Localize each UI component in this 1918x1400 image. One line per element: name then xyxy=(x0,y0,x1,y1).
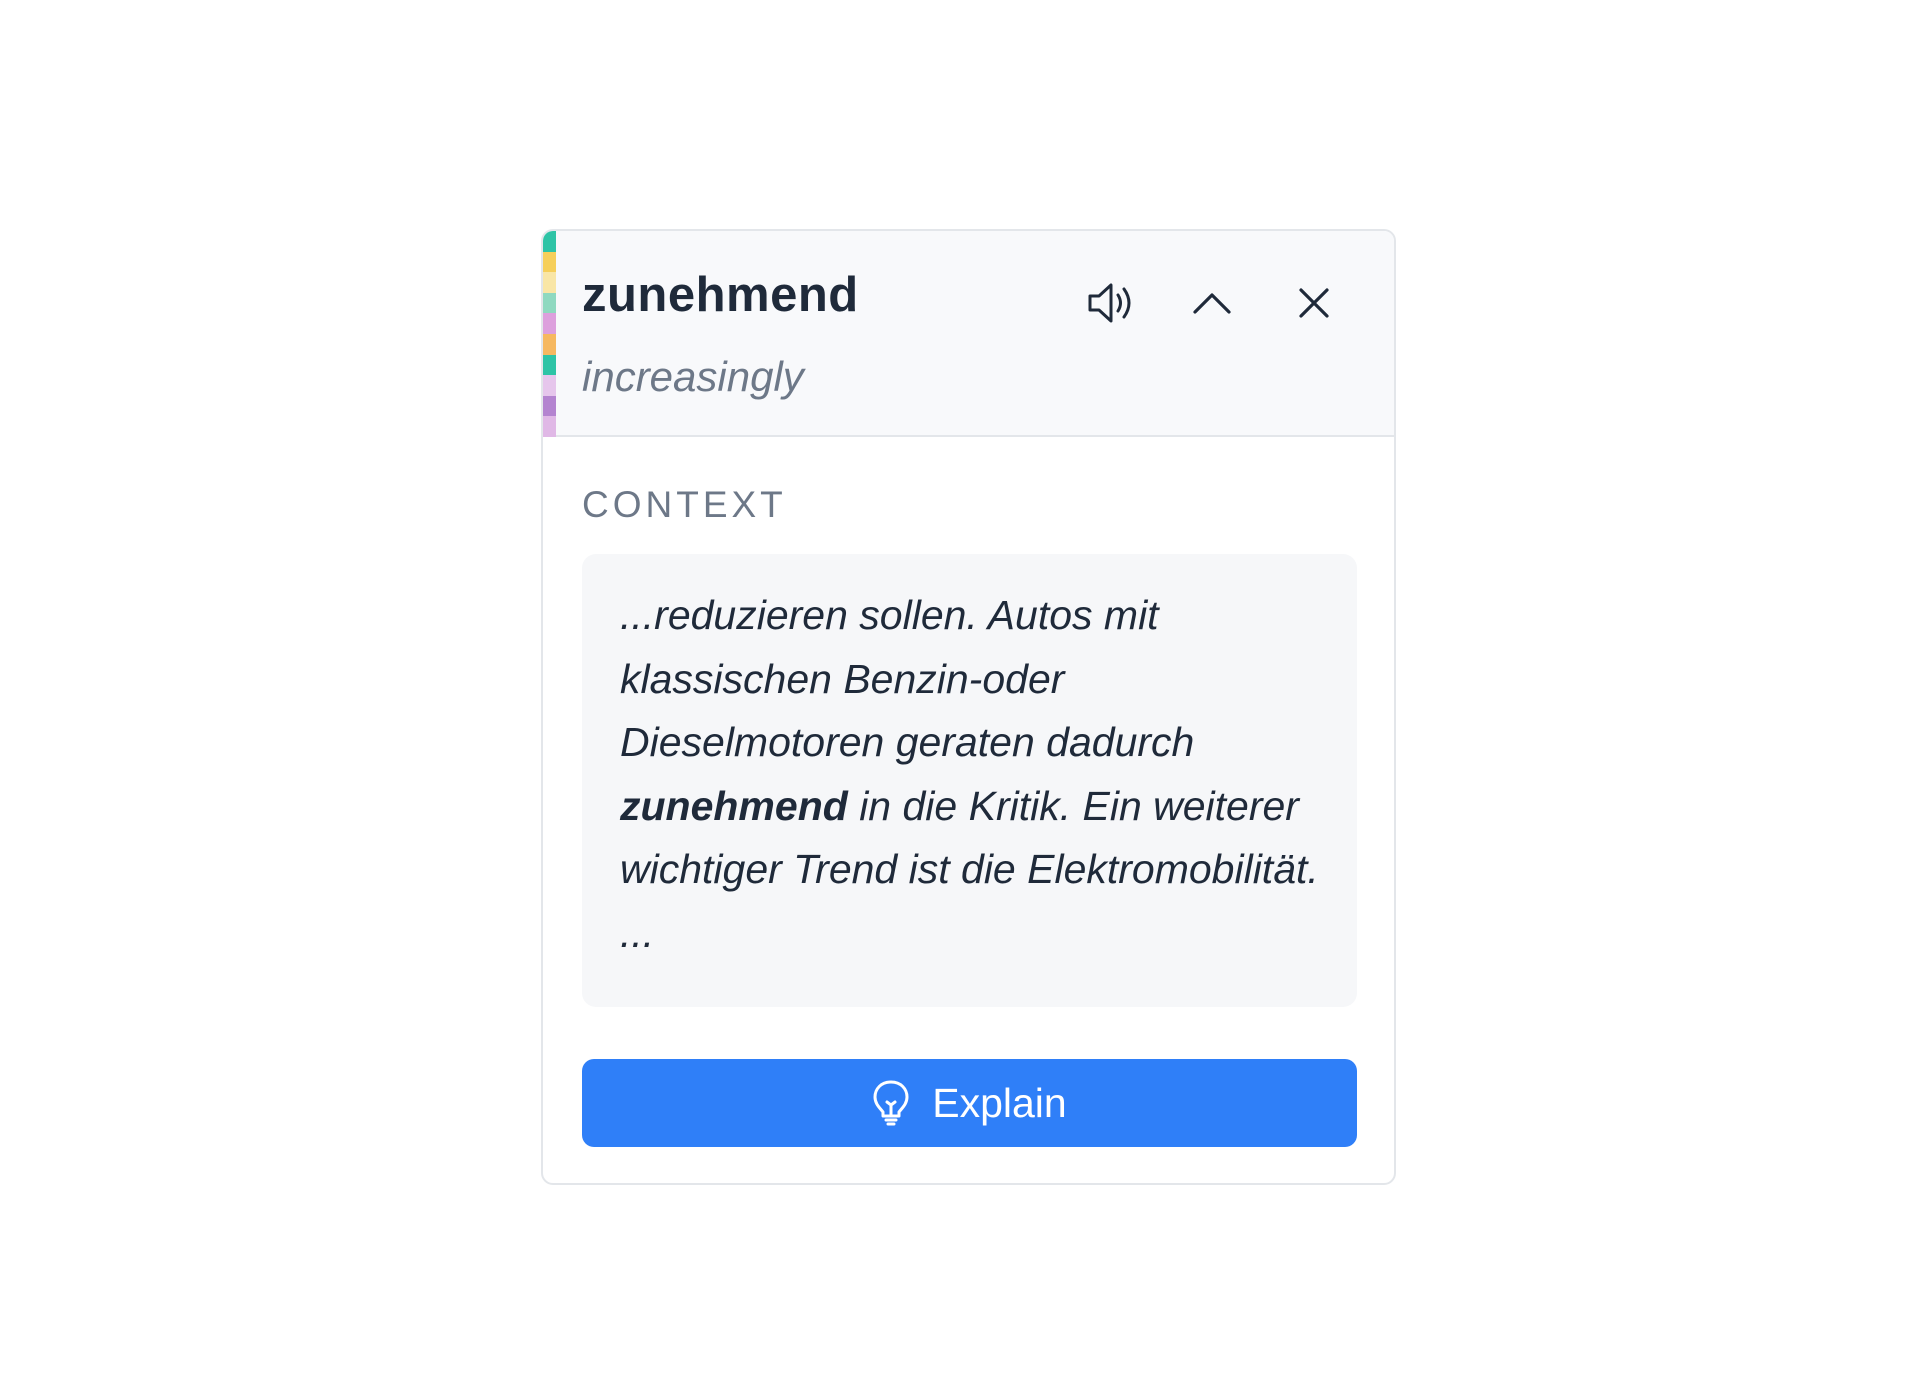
word-popup-card: zunehmend increasingly CONTEXT ...reduzi… xyxy=(541,229,1396,1185)
context-text: ...reduzieren sollen. Autos mit klassisc… xyxy=(582,554,1357,1007)
explain-label: Explain xyxy=(932,1079,1067,1126)
stripe-segment xyxy=(543,292,556,314)
explain-button[interactable]: Explain xyxy=(582,1059,1357,1147)
close-button[interactable] xyxy=(1282,271,1346,335)
collapse-button[interactable] xyxy=(1180,271,1244,335)
stripe-segment xyxy=(543,354,556,376)
stripe-segment xyxy=(543,416,556,437)
stripe-segment xyxy=(543,375,556,396)
stripe-segment xyxy=(543,313,556,334)
lightbulb-icon xyxy=(872,1079,910,1127)
speaker-icon xyxy=(1088,283,1131,323)
context-label: CONTEXT xyxy=(582,484,787,525)
context-highlight: zunehmend xyxy=(620,782,848,829)
color-stripe xyxy=(543,231,556,437)
close-icon xyxy=(1299,288,1329,318)
chevron-up-icon xyxy=(1193,293,1231,314)
stripe-segment xyxy=(543,251,556,273)
speaker-button[interactable] xyxy=(1079,271,1143,335)
popup-header: zunehmend increasingly xyxy=(543,231,1394,437)
stripe-segment xyxy=(543,333,556,355)
stripe-segment xyxy=(543,395,556,417)
stripe-segment xyxy=(543,272,556,293)
stripe-segment xyxy=(543,231,556,252)
word-translation: increasingly xyxy=(582,353,804,400)
word-title: zunehmend xyxy=(582,268,859,322)
context-before: ...reduzieren sollen. Autos mit klassisc… xyxy=(620,592,1195,765)
